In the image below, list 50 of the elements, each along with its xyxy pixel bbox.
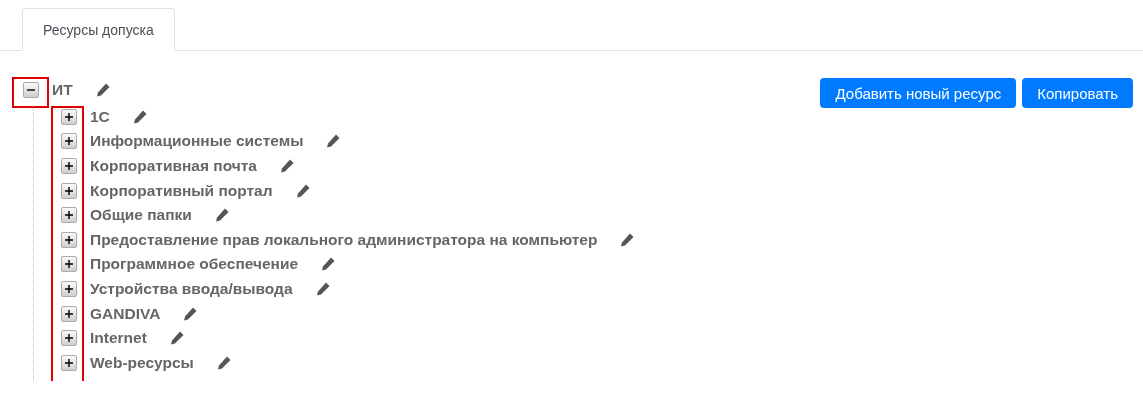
tree-node-label[interactable]: ИТ xyxy=(52,81,73,100)
tree-node-label[interactable]: Общие папки xyxy=(90,206,192,225)
plus-icon xyxy=(64,284,74,295)
tree-node-label[interactable]: Информационные системы xyxy=(90,132,304,151)
pencil-icon[interactable] xyxy=(213,207,230,224)
expand-toggle[interactable] xyxy=(61,207,77,224)
pencil-icon[interactable] xyxy=(278,158,295,175)
pencil-icon[interactable] xyxy=(325,133,342,150)
plus-icon xyxy=(64,210,74,221)
tree-node-label[interactable]: GANDIVA xyxy=(90,304,161,323)
plus-icon xyxy=(64,259,74,270)
expand-toggle[interactable] xyxy=(61,330,77,347)
plus-icon xyxy=(64,308,74,319)
pencil-icon[interactable] xyxy=(320,256,337,273)
pencil-icon[interactable] xyxy=(94,82,111,99)
pencil-icon[interactable] xyxy=(182,305,199,322)
pencil-icon[interactable] xyxy=(168,330,185,347)
tree-node-label[interactable]: Программное обеспечение xyxy=(90,255,299,274)
expand-toggle[interactable] xyxy=(61,354,77,371)
expand-toggle[interactable] xyxy=(61,158,77,175)
expand-toggle[interactable] xyxy=(61,231,77,248)
plus-icon xyxy=(64,185,74,196)
tree-node-label[interactable]: 1С xyxy=(90,107,110,126)
tree-node-label[interactable]: Internet xyxy=(90,329,147,348)
expand-toggle[interactable] xyxy=(61,182,77,199)
expand-toggle[interactable] xyxy=(61,108,77,125)
pencil-icon[interactable] xyxy=(131,108,148,125)
pencil-icon[interactable] xyxy=(619,231,636,248)
pencil-icon[interactable] xyxy=(314,281,331,298)
expand-toggle[interactable] xyxy=(61,133,77,150)
tree-node-label[interactable]: Предоставление прав локального администратора на компьютер xyxy=(90,230,598,249)
plus-icon xyxy=(64,111,74,122)
copy-button[interactable]: Копировать xyxy=(1022,78,1133,108)
tab[interactable]: Ресурсы допуска xyxy=(22,8,175,51)
tree-node-label[interactable]: Корпоративный портал xyxy=(90,181,273,200)
pencil-icon[interactable] xyxy=(294,182,311,199)
tree-node-label[interactable]: Устройства ввода/вывода xyxy=(90,280,293,299)
tree-node-label[interactable]: Корпоративная почта xyxy=(90,157,257,176)
plus-icon xyxy=(64,136,74,147)
collapse-toggle[interactable] xyxy=(23,82,39,99)
tree-node-label[interactable]: Web-ресурсы xyxy=(90,353,194,372)
add-resource-button[interactable]: Добавить новый ресурс xyxy=(820,78,1017,108)
expand-toggle[interactable] xyxy=(61,305,77,322)
plus-icon xyxy=(64,161,74,172)
plus-icon xyxy=(64,357,74,368)
expand-toggle[interactable] xyxy=(61,256,77,273)
plus-icon xyxy=(64,333,74,344)
expand-toggle[interactable] xyxy=(61,281,77,298)
plus-icon xyxy=(64,234,74,245)
pencil-icon[interactable] xyxy=(215,354,232,371)
